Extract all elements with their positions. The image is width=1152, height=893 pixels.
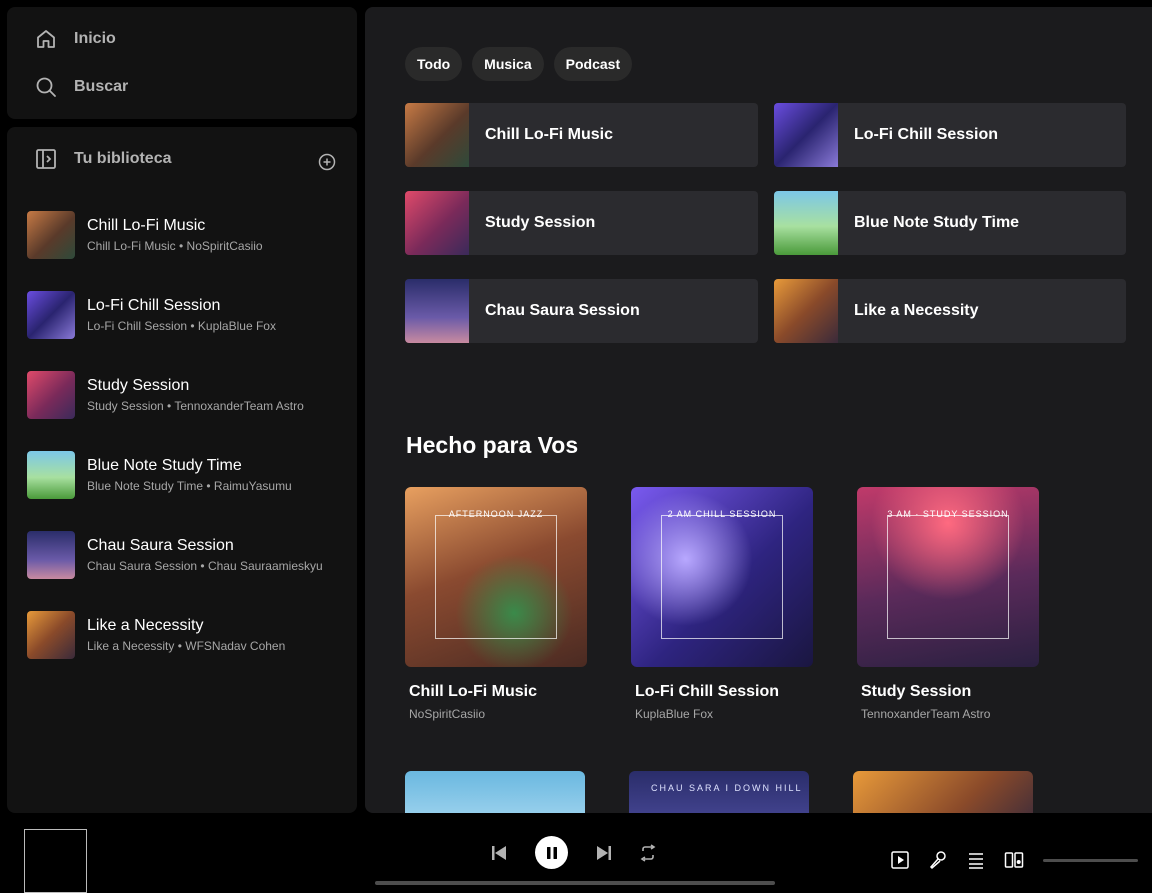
filter-chips: Todo Musica Podcast: [405, 47, 633, 81]
library-list: Chill Lo-Fi Music Chill Lo-Fi Music • NoS…: [27, 195, 347, 675]
art-text: AFTERNOON JAZZ: [448, 509, 544, 519]
card-art: AFTERNOON JAZZ: [405, 487, 587, 667]
library-item-subtitle: Chill Lo-Fi Music • NoSpiritCasiio: [87, 239, 263, 253]
library-item[interactable]: Like a Necessity Like a Necessity • WFSNa…: [27, 595, 347, 675]
playlist-card[interactable]: AFTERNOON JAZZ Chill Lo-Fi Music NoSpiri…: [405, 487, 587, 721]
card-art-partial[interactable]: [405, 771, 585, 813]
cover-image: [405, 191, 469, 255]
quick-tile-title: Lo-Fi Chill Session: [854, 126, 999, 143]
cover-image: [27, 531, 75, 579]
playlist-card[interactable]: 2 AM CHILL SESSION Lo-Fi Chill Session K…: [631, 487, 813, 721]
main-content: Todo Musica Podcast Chill Lo-Fi Music Lo…: [365, 7, 1152, 813]
art-frame: [661, 515, 783, 639]
library-item-title: Like a Necessity: [87, 617, 204, 634]
cover-image: [405, 279, 469, 343]
volume-slider[interactable]: [1043, 859, 1138, 862]
card-title: Study Session: [861, 683, 972, 700]
library-title: Tu biblioteca: [74, 150, 172, 167]
library-item-subtitle: Chau Saura Session • Chau Sauraamieskyu: [87, 559, 323, 573]
library-panel: Tu biblioteca Chill Lo-Fi Music Chill Lo-…: [7, 127, 357, 813]
next-row: CHAU SARA I DOWN HILL: [405, 771, 1033, 813]
previous-icon[interactable]: [490, 845, 508, 861]
cover-image: [405, 103, 469, 167]
library-item[interactable]: Chill Lo-Fi Music Chill Lo-Fi Music • NoS…: [27, 195, 347, 275]
library-item-subtitle: Lo-Fi Chill Session • KuplaBlue Fox: [87, 319, 276, 333]
card-art-partial[interactable]: [853, 771, 1033, 813]
quick-access-grid: Chill Lo-Fi Music Lo-Fi Chill Session St…: [405, 103, 1126, 343]
quick-tile-title: Study Session: [485, 214, 596, 231]
made-for-you-row: AFTERNOON JAZZ Chill Lo-Fi Music NoSpiri…: [405, 487, 1039, 721]
quick-tile-title: Chau Saura Session: [485, 302, 640, 319]
quick-tile[interactable]: Like a Necessity: [774, 279, 1126, 343]
cover-image: [774, 191, 838, 255]
quick-tile-title: Chill Lo-Fi Music: [485, 126, 613, 143]
next-icon[interactable]: [595, 845, 613, 861]
now-playing-view-icon[interactable]: [890, 850, 910, 870]
nav-search[interactable]: Buscar: [34, 75, 128, 99]
cover-image: [27, 291, 75, 339]
microphone-icon[interactable]: [928, 850, 948, 870]
add-plus-icon[interactable]: [317, 152, 337, 172]
card-title: Chill Lo-Fi Music: [409, 683, 537, 700]
quick-tile[interactable]: Blue Note Study Time: [774, 191, 1126, 255]
now-playing-cover[interactable]: [24, 829, 87, 893]
player-bar: [0, 813, 1152, 893]
nav-home-label: Inicio: [74, 30, 116, 47]
library-item[interactable]: Lo-Fi Chill Session Lo-Fi Chill Session •…: [27, 275, 347, 355]
card-subtitle: TennoxanderTeam Astro: [861, 707, 991, 721]
quick-tile[interactable]: Lo-Fi Chill Session: [774, 103, 1126, 167]
library-icon: [36, 149, 56, 169]
queue-icon[interactable]: [966, 850, 986, 870]
art-text: 2 AM CHILL SESSION: [667, 509, 777, 519]
library-item-subtitle: Blue Note Study Time • RaimuYasumu: [87, 479, 292, 493]
pause-icon: [546, 846, 557, 859]
card-art: 3 AM · STUDY SESSION: [857, 487, 1039, 667]
filter-chip-all[interactable]: Todo: [405, 47, 463, 81]
filter-chip-music[interactable]: Musica: [472, 47, 544, 81]
library-item-title: Chau Saura Session: [87, 537, 234, 554]
art-text: 3 AM · STUDY SESSION: [887, 509, 1009, 519]
quick-tile-title: Blue Note Study Time: [854, 214, 1020, 231]
connect-device-icon[interactable]: [1004, 850, 1024, 870]
nav-panel: Inicio Buscar: [7, 7, 357, 119]
card-subtitle: KuplaBlue Fox: [635, 707, 714, 721]
art-frame: [435, 515, 557, 639]
cover-image: [774, 103, 838, 167]
library-item-title: Blue Note Study Time: [87, 457, 242, 474]
card-art: 2 AM CHILL SESSION: [631, 487, 813, 667]
card-title: Lo-Fi Chill Session: [635, 683, 780, 700]
cover-image: [27, 451, 75, 499]
library-item[interactable]: Blue Note Study Time Blue Note Study Time…: [27, 435, 347, 515]
cover-image: [27, 371, 75, 419]
cover-image: [27, 611, 75, 659]
library-item-subtitle: Study Session • TennoxanderTeam Astro: [87, 399, 304, 413]
library-item[interactable]: Study Session Study Session • Tennoxander…: [27, 355, 347, 435]
card-subtitle: NoSpiritCasiio: [409, 707, 486, 721]
cover-image: [774, 279, 838, 343]
library-item[interactable]: Chau Saura Session Chau Saura Session • C…: [27, 515, 347, 595]
library-item-title: Study Session: [87, 377, 190, 394]
quick-tile-title: Like a Necessity: [854, 302, 979, 319]
quick-tile[interactable]: Chau Saura Session: [405, 279, 758, 343]
quick-tile[interactable]: Chill Lo-Fi Music: [405, 103, 758, 167]
repeat-icon[interactable]: [639, 844, 657, 862]
cover-image: [27, 211, 75, 259]
section-title: Hecho para Vos: [406, 432, 579, 458]
card-art-partial[interactable]: CHAU SARA I DOWN HILL: [629, 771, 809, 813]
playlist-card[interactable]: 3 AM · STUDY SESSION Study Session Tenno…: [857, 487, 1039, 721]
library-header[interactable]: Tu biblioteca: [34, 147, 171, 171]
nav-search-label: Buscar: [74, 78, 129, 95]
progress-bar[interactable]: [375, 881, 775, 885]
search-icon: [36, 77, 56, 97]
quick-tile[interactable]: Study Session: [405, 191, 758, 255]
library-item-title: Chill Lo-Fi Music: [87, 217, 206, 234]
home-icon: [37, 30, 55, 48]
art-frame: [887, 515, 1009, 639]
library-item-subtitle: Like a Necessity • WFSNadav Cohen: [87, 639, 286, 653]
nav-home[interactable]: Inicio: [34, 27, 116, 51]
pause-button[interactable]: [535, 836, 568, 869]
art-text: CHAU SARA I DOWN HILL: [651, 783, 803, 793]
library-item-title: Lo-Fi Chill Session: [87, 297, 221, 314]
filter-chip-podcast[interactable]: Podcast: [553, 47, 633, 81]
